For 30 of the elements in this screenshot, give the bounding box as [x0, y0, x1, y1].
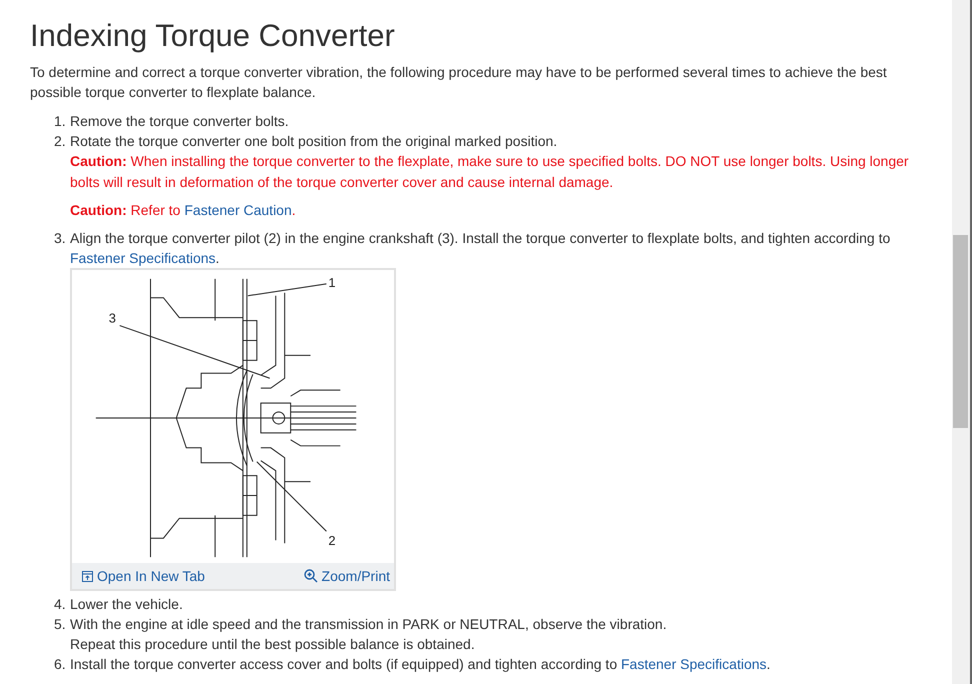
step-text: Rotate the torque converter one bolt position from the original marked position. [70, 132, 558, 151]
step-text: With the engine at idle speed and the transmission in PARK or NEUTRAL, observe the vibration. [70, 615, 668, 634]
intro-paragraph: To determine and correct a torque converter vibration, the following procedure may have to be performed several times to achieve the best possible torque converter to flexplate balance. [30, 63, 888, 102]
callout-number: 2 [328, 533, 336, 548]
step-text: Remove the torque converter bolts. [70, 112, 290, 131]
step-number: 5. [54, 615, 67, 634]
step-text: Lower the vehicle. [70, 595, 184, 614]
new-tab-icon [82, 570, 93, 582]
specifications-link[interactable]: Fastener Specifications [70, 250, 216, 266]
caution-link[interactable]: Fastener Caution [184, 202, 292, 218]
step-number: 4. [54, 595, 67, 614]
step-text: Align the torque converter pilot (2) in the engine crankshaft (3). Install the torque converter to flexplate bolts, and tighten according to Fastener Specifications. [70, 229, 892, 268]
leader-line [256, 461, 327, 532]
open-in-new-tab-link[interactable]: Open In New Tab [82, 568, 205, 584]
page-title: Indexing Torque Converter [30, 17, 396, 55]
callout-number: 1 [328, 274, 336, 290]
step-number: 2. [54, 132, 67, 151]
callout-number: 3 [108, 310, 116, 326]
step-number: 3. [54, 229, 67, 248]
step-number: 1. [54, 112, 67, 131]
scrollbar[interactable] [952, 0, 972, 684]
step-note: Repeat this procedure until the best possible balance is obtained. [70, 635, 476, 654]
caution-text: Caution: When installing the torque converter to the flexplate, make sure to use specified bolts. DO NOT use longer bolts. Using longer bolts will result in deformation of the torque converter cover and cause internal damage. [70, 152, 910, 192]
zoom-icon [304, 569, 318, 583]
specifications-link[interactable]: Fastener Specifications [621, 656, 767, 672]
zoom-print-link[interactable]: Zoom/Print [304, 568, 390, 584]
scrollbar-thumb[interactable] [953, 235, 968, 428]
caution-text: Caution: Refer to Fastener Caution. [70, 201, 297, 220]
step-text: Install the torque converter access cover and bolts (if equipped) and tighten according to Fastener Specifications. [70, 655, 772, 674]
step-number: 6. [54, 655, 67, 674]
